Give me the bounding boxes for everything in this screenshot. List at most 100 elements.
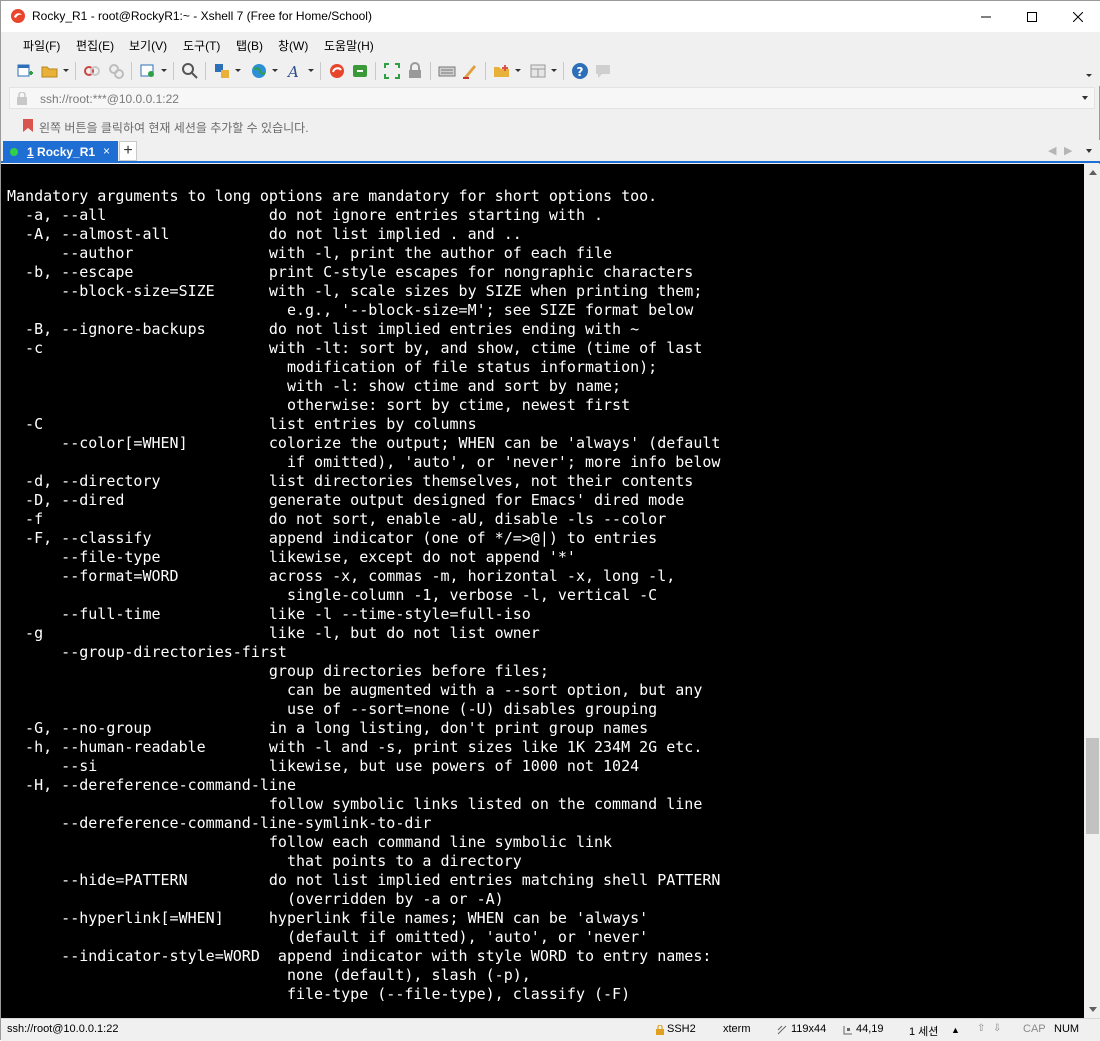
status-connection: ssh://root@10.0.0.1:22 [7, 1023, 119, 1035]
terminal-line: none (default), slash (-p), [7, 966, 531, 984]
terminal-line: -b, --escape print C-style escapes for n… [7, 263, 694, 281]
terminal-line: (default if omitted), 'auto', or 'never' [7, 928, 649, 946]
menu-file[interactable]: 파일(F) [23, 37, 60, 54]
globe-icon[interactable] [250, 62, 268, 80]
properties-dropdown-icon[interactable] [161, 69, 167, 72]
properties-icon[interactable] [139, 62, 157, 80]
tab-close-icon[interactable]: × [103, 144, 110, 158]
terminal-line: --file-type likewise, except do not appe… [7, 548, 576, 566]
folder-dropdown-icon[interactable] [515, 69, 521, 72]
xshell-icon[interactable] [328, 62, 346, 80]
address-dropdown-icon[interactable] [1082, 96, 1088, 100]
toolbar: A ? [1, 56, 1100, 86]
scrollbar-thumb[interactable] [1086, 738, 1099, 834]
menu-tab[interactable]: 탭(B) [236, 37, 263, 54]
toolbar-separator [173, 62, 174, 80]
tab-prev-icon[interactable]: ◀ [1048, 144, 1056, 157]
layout-icon[interactable] [529, 62, 547, 80]
menu-tools[interactable]: 도구(T) [183, 37, 220, 54]
terminal-line: -C list entries by columns [7, 415, 477, 433]
terminal-line: --full-time like -l --time-style=full-is… [7, 605, 531, 623]
status-num: NUM [1054, 1023, 1080, 1035]
resize-icon [777, 1025, 787, 1035]
toolbar-separator [75, 62, 76, 80]
menu-view[interactable]: 보기(V) [129, 37, 167, 54]
open-folder-icon[interactable] [41, 62, 59, 80]
toolbar-overflow-icon[interactable] [1086, 74, 1092, 77]
terminal-line: --block-size=SIZE with -l, scale sizes b… [7, 282, 703, 300]
terminal-line: file-type (--file-type), classify (-F) [7, 985, 631, 1003]
keyboard-icon[interactable] [438, 62, 456, 80]
terminal-line: follow each command line symbolic link [7, 833, 613, 851]
add-tab-button[interactable]: + [119, 141, 137, 161]
upload-icon[interactable]: ⇧ [977, 1023, 985, 1034]
close-button[interactable] [1055, 1, 1100, 32]
lock-icon[interactable] [406, 62, 424, 80]
terminal-line: with -l: show ctime and sort by name; [7, 377, 622, 395]
terminal-scrollbar[interactable] [1084, 164, 1100, 1018]
toolbar-separator [485, 62, 486, 80]
tab-rocky-r1[interactable]: 1 Rocky_R1 × [3, 141, 118, 163]
tab-title: Rocky_R1 [33, 145, 96, 159]
open-dropdown-icon[interactable] [63, 69, 69, 72]
menu-edit[interactable]: 편집(E) [76, 37, 114, 54]
xshell-window: Rocky_R1 - root@RockyR1:~ - Xshell 7 (Fr… [0, 0, 1100, 1041]
font-icon[interactable]: A [286, 62, 304, 80]
status-caps: CAP [1023, 1023, 1046, 1035]
terminal-line: --si likewise, but use powers of 1000 no… [7, 757, 640, 775]
terminal-line: -a, --all do not ignore entries starting… [7, 206, 604, 224]
minimize-button[interactable] [963, 1, 1009, 32]
terminal-line: --color[=WHEN] colorize the output; WHEN… [7, 434, 721, 452]
bookmark-icon[interactable] [21, 118, 35, 133]
toolbar-separator [563, 62, 564, 80]
cursor-position-icon [843, 1026, 852, 1035]
disconnect-icon[interactable] [83, 62, 101, 80]
status-protocol: SSH2 [667, 1023, 696, 1035]
terminal-line: otherwise: sort by ctime, newest first [7, 396, 631, 414]
reconnect-icon[interactable] [107, 62, 125, 80]
help-icon[interactable]: ? [571, 62, 589, 80]
xftp-icon[interactable] [351, 62, 369, 80]
scroll-up-icon[interactable] [1089, 170, 1097, 175]
terminal-line: --format=WORD across -x, commas -m, hori… [7, 567, 676, 585]
terminal-line: group directories before files; [7, 662, 549, 680]
chat-icon[interactable] [594, 62, 612, 80]
toolbar-separator [205, 62, 206, 80]
terminal-line: -G, --no-group in a long listing, don't … [7, 719, 649, 737]
fullscreen-icon[interactable] [383, 62, 401, 80]
terminal-line: if omitted), 'auto', or 'never'; more in… [7, 453, 721, 471]
scroll-down-icon[interactable] [1089, 1007, 1097, 1012]
tab-next-icon[interactable]: ▶ [1064, 144, 1072, 157]
status-bar: ssh://root@10.0.0.1:22 SSH2 xterm 119x44… [1, 1018, 1100, 1041]
transfer-dropdown-icon[interactable] [235, 69, 241, 72]
download-icon[interactable]: ⇩ [993, 1023, 1001, 1034]
terminal-line: -B, --ignore-backups do not list implied… [7, 320, 640, 338]
new-session-icon[interactable] [16, 62, 34, 80]
terminal-area[interactable]: Mandatory arguments to long options are … [1, 164, 1084, 1018]
sessions-up-icon[interactable]: ▲ [951, 1025, 960, 1035]
terminal-line: -D, --dired generate output designed for… [7, 491, 685, 509]
terminal-line: use of --sort=none (-U) disables groupin… [7, 700, 658, 718]
title-bar: Rocky_R1 - root@RockyR1:~ - Xshell 7 (Fr… [1, 1, 1100, 32]
terminal-line: (overridden by -a or -A) [7, 890, 504, 908]
terminal-line: --author with -l, print the author of ea… [7, 244, 613, 262]
toolbar-separator [375, 62, 376, 80]
terminal-line: -F, --classify append indicator (one of … [7, 529, 658, 547]
search-icon[interactable] [181, 62, 199, 80]
menu-help[interactable]: 도움말(H) [324, 37, 374, 54]
globe-dropdown-icon[interactable] [272, 69, 278, 72]
script-icon[interactable] [461, 62, 479, 80]
layout-dropdown-icon[interactable] [551, 69, 557, 72]
font-dropdown-icon[interactable] [308, 69, 314, 72]
toolbar-separator [131, 62, 132, 80]
lock-icon [17, 92, 27, 105]
maximize-button[interactable] [1009, 1, 1055, 32]
transfer-icon[interactable] [213, 62, 231, 80]
tab-bar: 1 Rocky_R1 × + ◀ ▶ [1, 140, 1100, 163]
menu-window[interactable]: 창(W) [278, 37, 308, 54]
tab-menu-icon[interactable] [1086, 149, 1092, 153]
terminal-line: -g like -l, but do not list owner [7, 624, 540, 642]
window-title: Rocky_R1 - root@RockyR1:~ - Xshell 7 (Fr… [32, 9, 372, 23]
address-bar[interactable]: ssh://root:***@10.0.0.1:22 [9, 87, 1095, 109]
new-folder-icon[interactable] [493, 62, 511, 80]
